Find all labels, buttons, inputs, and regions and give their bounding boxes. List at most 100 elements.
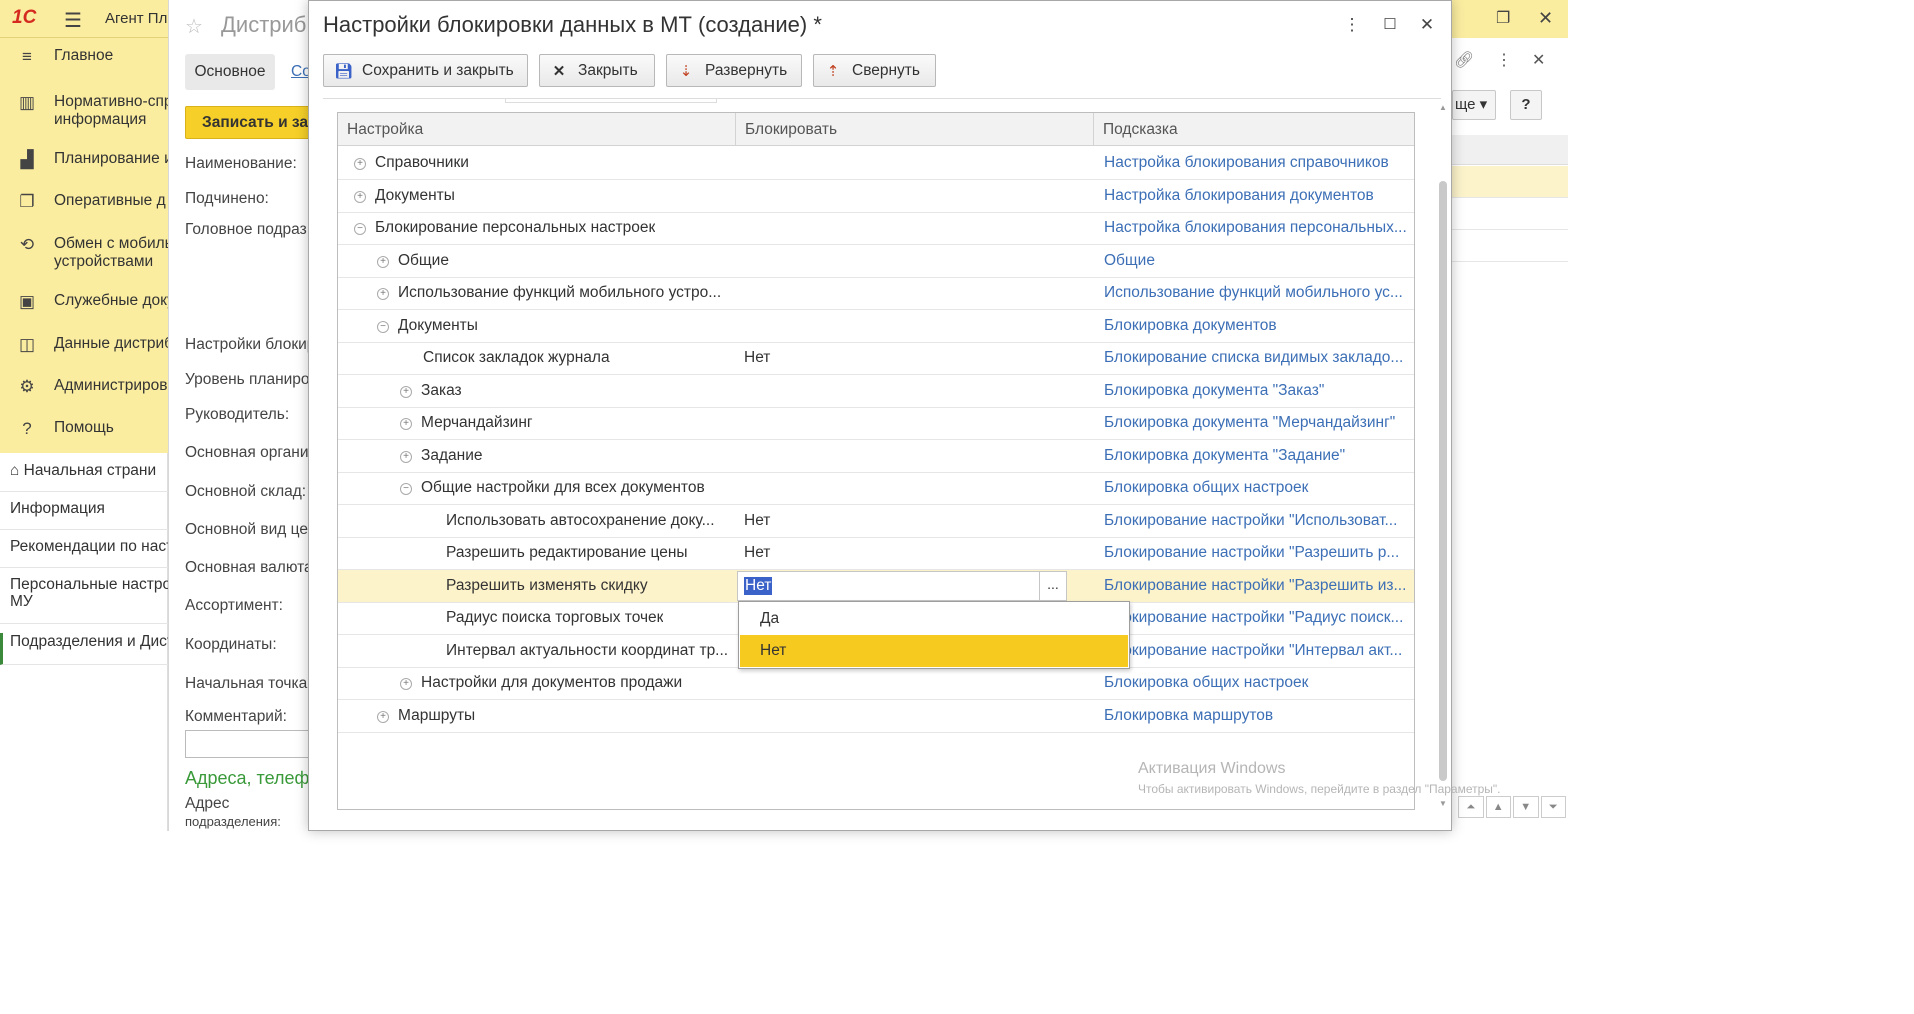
- block-value-editor[interactable]: Нет...: [737, 570, 1067, 601]
- list-row[interactable]: [1452, 230, 1568, 262]
- column-header-hint[interactable]: Подсказка: [1094, 113, 1414, 146]
- block-value-cell[interactable]: Нет: [744, 342, 770, 374]
- hint-link[interactable]: Настройка блокирования персональных...: [1104, 212, 1408, 244]
- block-value-input[interactable]: Нет: [744, 576, 773, 595]
- tree-row[interactable]: + Настройки для документов продажи Блокиро…: [338, 667, 1414, 700]
- hint-link[interactable]: Блокировка общих настроек: [1104, 472, 1408, 504]
- hint-link[interactable]: Блокировка документа "Заказ": [1104, 375, 1408, 407]
- sidebar-item[interactable]: ◫ Данные дистриб: [0, 335, 168, 355]
- write-and-close-button[interactable]: Записать и за: [185, 106, 308, 139]
- hint-link[interactable]: Блокировка документов: [1104, 310, 1408, 342]
- collapse-node-icon[interactable]: −: [400, 483, 412, 495]
- tab-secondary[interactable]: Со: [291, 63, 308, 81]
- sidebar-item[interactable]: ▥ Нормативно-спр информация: [0, 93, 168, 129]
- link-icon[interactable]: 🔗︎: [1454, 50, 1474, 70]
- hint-link[interactable]: Блокировка документа "Мерчандайзинг": [1104, 407, 1408, 439]
- open-window-item[interactable]: Информация: [0, 500, 168, 530]
- scroll-up-icon[interactable]: ▲: [1485, 796, 1511, 818]
- tab-main[interactable]: Основное: [185, 54, 275, 90]
- expand-node-icon[interactable]: +: [400, 450, 412, 463]
- expand-node-icon[interactable]: +: [354, 158, 366, 170]
- scroll-bottom-icon[interactable]: ⏷: [1540, 796, 1566, 818]
- tree-row[interactable]: − Блокирование персональных настроек Настр…: [338, 212, 1414, 245]
- expand-node-icon[interactable]: +: [400, 418, 412, 430]
- sidebar-item[interactable]: ▣ Служебные доку: [0, 292, 168, 312]
- favorite-star-icon[interactable]: ☆: [185, 14, 203, 39]
- maximize-icon[interactable]: ☐: [1379, 15, 1401, 33]
- collapse-node-icon[interactable]: −: [354, 223, 366, 235]
- open-window-item[interactable]: Рекомендации по наст: [0, 538, 168, 568]
- tree-row[interactable]: + Мерчандайзинг Блокировка документа "Мерч…: [338, 407, 1414, 440]
- home-page-tab[interactable]: ⌂ Начальная страни: [0, 462, 168, 492]
- scrollbar-thumb[interactable]: [1439, 181, 1447, 781]
- close-form-icon[interactable]: ✕: [1532, 50, 1545, 70]
- tree-row[interactable]: Разрешить изменять скидку Нет... Блокирова…: [338, 569, 1414, 603]
- dropdown-option[interactable]: Да: [740, 603, 1128, 635]
- expand-node-icon[interactable]: +: [377, 288, 389, 300]
- hint-link[interactable]: Блокирование списка видимых закладо...: [1104, 342, 1408, 374]
- more-dropdown-button[interactable]: ще ▾: [1452, 90, 1496, 120]
- open-window-item[interactable]: Персональные настро МУ: [0, 576, 168, 624]
- tree-row[interactable]: + Справочники Настройка блокирования справ…: [338, 147, 1414, 180]
- sidebar-item[interactable]: ⚙ Администриров: [0, 377, 168, 397]
- more-options-icon[interactable]: ⋮: [1341, 15, 1363, 35]
- close-dialog-icon[interactable]: ✕: [1416, 15, 1438, 35]
- help-button[interactable]: ?: [1510, 90, 1542, 120]
- expand-node-icon[interactable]: +: [400, 385, 412, 398]
- choice-button[interactable]: ...: [1039, 571, 1066, 600]
- sidebar-item[interactable]: ▟ Планирование и: [0, 150, 168, 170]
- hint-link[interactable]: Блокировка маршрутов: [1104, 700, 1408, 732]
- sidebar-item[interactable]: ≡ Главное: [0, 47, 168, 67]
- expand-node-icon[interactable]: +: [377, 710, 389, 723]
- hint-link[interactable]: Блокировка общих настроек: [1104, 667, 1408, 699]
- list-row-selected[interactable]: [1452, 166, 1568, 198]
- hint-link[interactable]: Блокирование настройки "Интервал акт...: [1104, 635, 1408, 667]
- sidebar-item[interactable]: ❐ Оперативные д: [0, 192, 168, 212]
- tree-row[interactable]: Разрешить редактирование цены Нет Блокиров…: [338, 537, 1414, 570]
- close-app-icon[interactable]: ✕: [1538, 8, 1553, 29]
- tree-row[interactable]: + Общие Общие: [338, 245, 1414, 278]
- main-menu-icon[interactable]: ☰: [64, 8, 82, 33]
- close-button[interactable]: ✕ Закрыть: [539, 54, 655, 87]
- column-header-block[interactable]: Блокировать: [736, 113, 1094, 146]
- collapse-node-icon[interactable]: −: [377, 320, 389, 333]
- hint-link[interactable]: Блокировка документа "Задание": [1104, 440, 1408, 472]
- hint-link[interactable]: Общие: [1104, 245, 1408, 277]
- scroll-down-arrow-icon[interactable]: ▼: [1439, 799, 1447, 808]
- tree-row[interactable]: − Общие настройки для всех документов Блок…: [338, 472, 1414, 505]
- hint-link[interactable]: Блокирование настройки "Разрешить из...: [1104, 570, 1408, 602]
- sidebar-item[interactable]: ? Помощь: [0, 419, 168, 439]
- save-and-close-button[interactable]: 💾︎ Сохранить и закрыть: [323, 54, 528, 87]
- expand-button[interactable]: ⇣ Развернуть: [666, 54, 802, 87]
- dropdown-option[interactable]: Нет: [740, 635, 1128, 667]
- sidebar-item[interactable]: ⟲ Обмен с мобиль устройствами: [0, 235, 168, 271]
- tree-row[interactable]: + Документы Настройка блокирования докумен…: [338, 180, 1414, 213]
- tree-row[interactable]: Использовать автосохранение доку... Нет Бл…: [338, 505, 1414, 538]
- restore-window-icon[interactable]: ❐: [1496, 8, 1510, 28]
- hint-link[interactable]: Блокирование настройки "Использоват...: [1104, 505, 1408, 537]
- vertical-scrollbar[interactable]: ▲ ▼: [1437, 101, 1451, 813]
- tree-row[interactable]: Список закладок журнала Нет Блокирование с…: [338, 342, 1414, 375]
- tree-row[interactable]: + Задание Блокировка документа "Задание": [338, 440, 1414, 473]
- hint-link[interactable]: Настройка блокирования документов: [1104, 180, 1408, 212]
- comment-input[interactable]: [185, 730, 308, 758]
- scroll-up-arrow-icon[interactable]: ▲: [1439, 103, 1447, 112]
- tree-row[interactable]: + Использование функций мобильного устро.…: [338, 277, 1414, 310]
- hint-link[interactable]: Блокирование настройки "Радиус поиск...: [1104, 602, 1408, 634]
- tree-row[interactable]: + Заказ Блокировка документа "Заказ": [338, 375, 1414, 408]
- scroll-down-icon[interactable]: ▼: [1513, 796, 1539, 818]
- list-row[interactable]: [1452, 198, 1568, 230]
- expand-node-icon[interactable]: +: [354, 190, 366, 203]
- hint-link[interactable]: Настройка блокирования справочников: [1104, 147, 1408, 179]
- open-window-item[interactable]: Подразделения и Дист: [0, 633, 168, 665]
- more-actions-icon[interactable]: ⋮: [1496, 50, 1512, 70]
- block-value-cell[interactable]: Нет: [744, 505, 770, 537]
- expand-node-icon[interactable]: +: [400, 678, 412, 690]
- scroll-top-icon[interactable]: ⏶: [1458, 796, 1484, 818]
- collapse-button[interactable]: ⇡ Свернуть: [813, 54, 936, 87]
- hint-link[interactable]: Блокирование настройки "Разрешить р...: [1104, 537, 1408, 569]
- column-header-setting[interactable]: Настройка: [338, 113, 736, 146]
- block-value-cell[interactable]: Нет: [744, 537, 770, 569]
- expand-node-icon[interactable]: +: [377, 255, 389, 268]
- tree-row[interactable]: + Маршруты Блокировка маршрутов: [338, 700, 1414, 733]
